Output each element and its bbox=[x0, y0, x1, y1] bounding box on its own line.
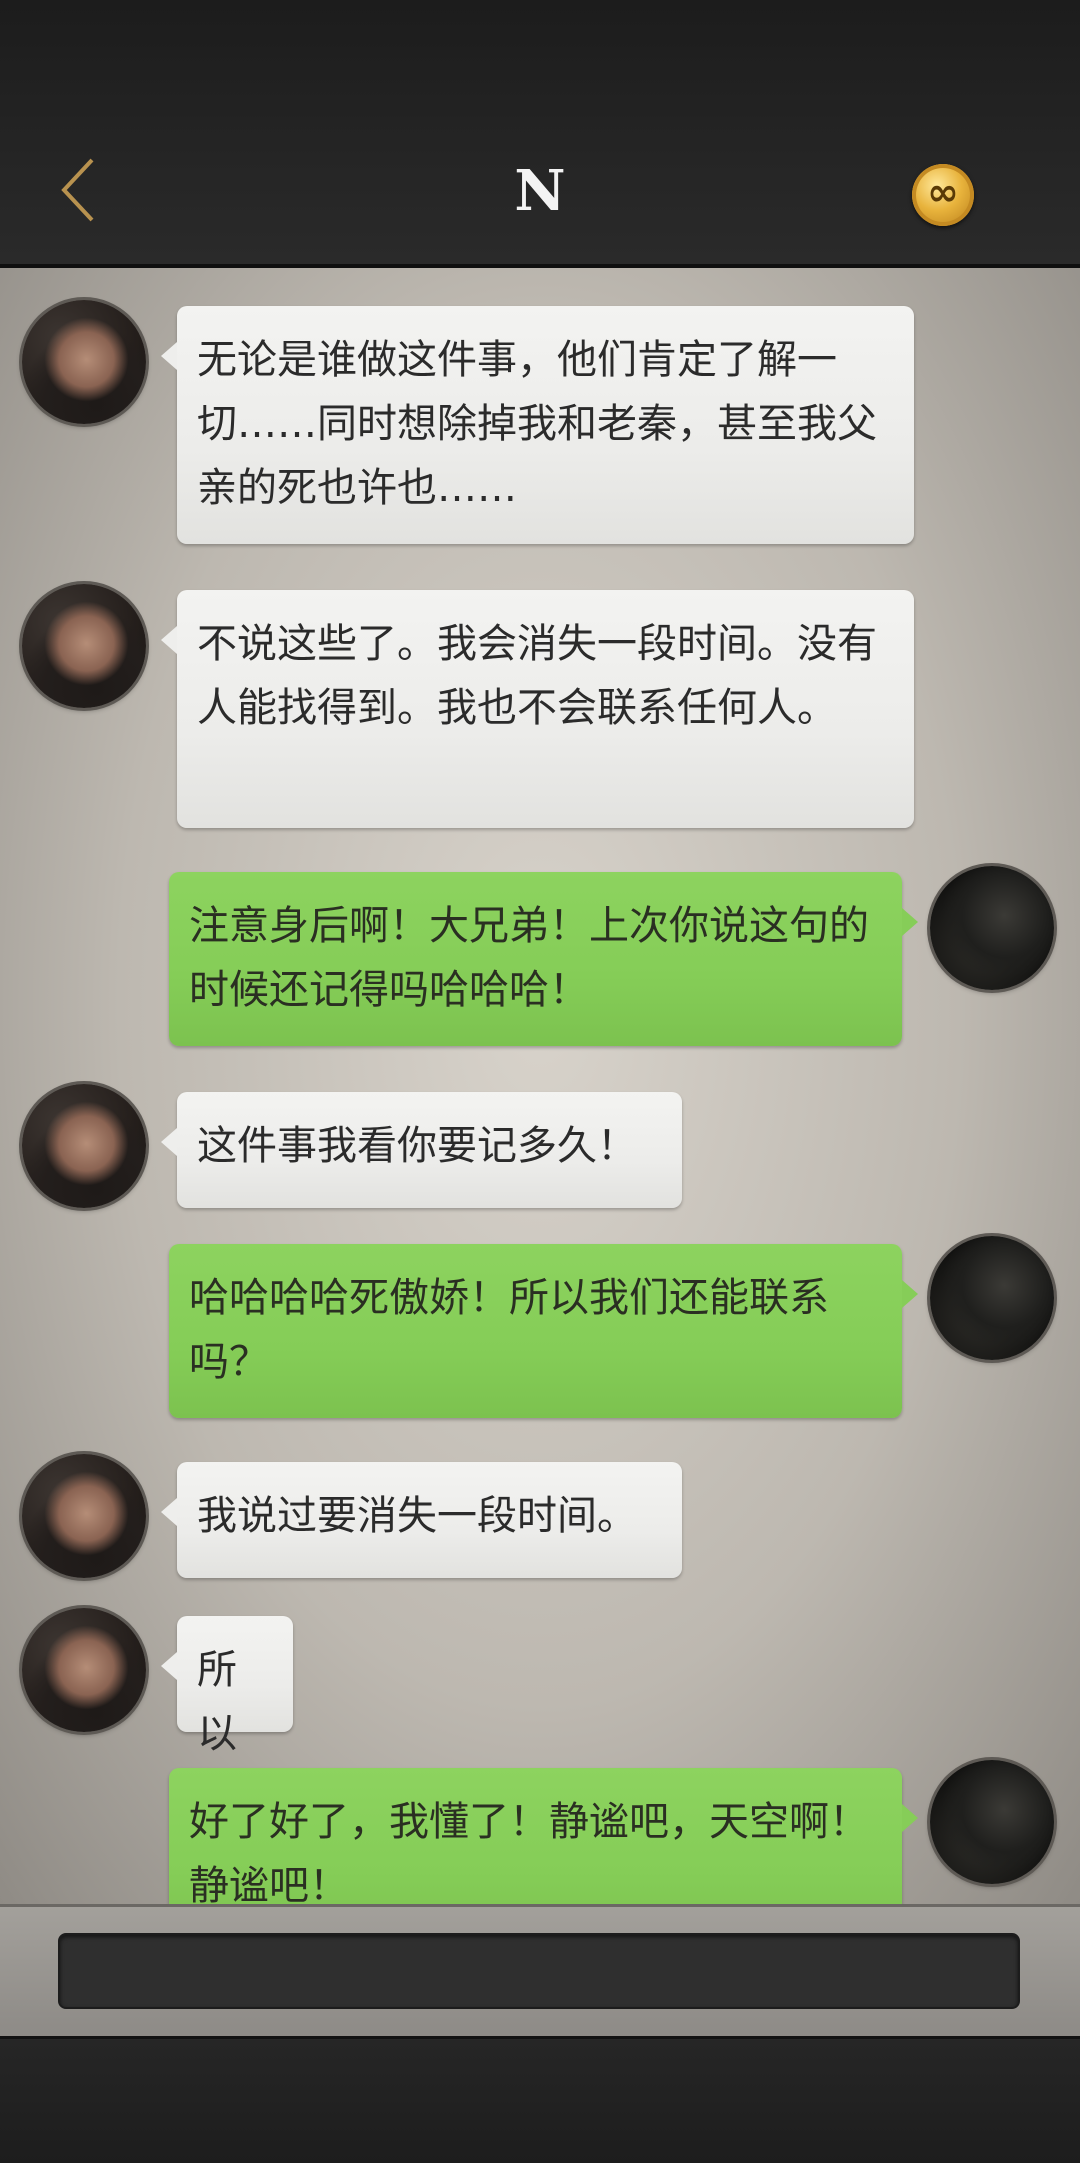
contact-avatar[interactable] bbox=[22, 1608, 146, 1732]
user-avatar[interactable] bbox=[930, 1760, 1054, 1884]
contact-avatar[interactable] bbox=[22, 584, 146, 708]
message-bubble[interactable]: 不说这些了。我会消失一段时间。没有人能找得到。我也不会联系任何人。 bbox=[161, 590, 914, 828]
infinity-coin-button[interactable]: ∞ bbox=[912, 164, 974, 226]
contact-avatar[interactable] bbox=[22, 1454, 146, 1578]
infinity-coin-icon: ∞ bbox=[927, 170, 959, 214]
message-input[interactable] bbox=[58, 1933, 1020, 2009]
message-bubble[interactable]: 我说过要消失一段时间。 bbox=[161, 1462, 682, 1578]
contact-avatar[interactable] bbox=[22, 1084, 146, 1208]
message-bubble[interactable]: 所以 bbox=[161, 1616, 293, 1757]
bottom-bar bbox=[0, 2036, 1080, 2163]
message-bubble[interactable]: 好了好了，我懂了！静谧吧，天空啊！静谧吧！ bbox=[169, 1768, 918, 1904]
message-bubble[interactable]: 无论是谁做这件事，他们肯定了解一切……同时想除掉我和老秦，甚至我父亲的死也许也…… bbox=[161, 306, 914, 544]
message-bubble[interactable]: 这件事我看你要记多久！ bbox=[161, 1092, 682, 1208]
message-bubble[interactable]: 注意身后啊！大兄弟！上次你说这句的时候还记得吗哈哈哈！ bbox=[169, 872, 918, 1046]
message-bubble[interactable]: 哈哈哈哈死傲娇！所以我们还能联系吗？ bbox=[169, 1244, 918, 1418]
user-avatar[interactable] bbox=[930, 866, 1054, 990]
input-bar bbox=[0, 1904, 1080, 2039]
header-bar: N ∞ bbox=[0, 0, 1080, 268]
chat-area[interactable]: 无论是谁做这件事，他们肯定了解一切……同时想除掉我和老秦，甚至我父亲的死也许也…… bbox=[0, 268, 1080, 1904]
contact-avatar[interactable] bbox=[22, 300, 146, 424]
user-avatar[interactable] bbox=[930, 1236, 1054, 1360]
